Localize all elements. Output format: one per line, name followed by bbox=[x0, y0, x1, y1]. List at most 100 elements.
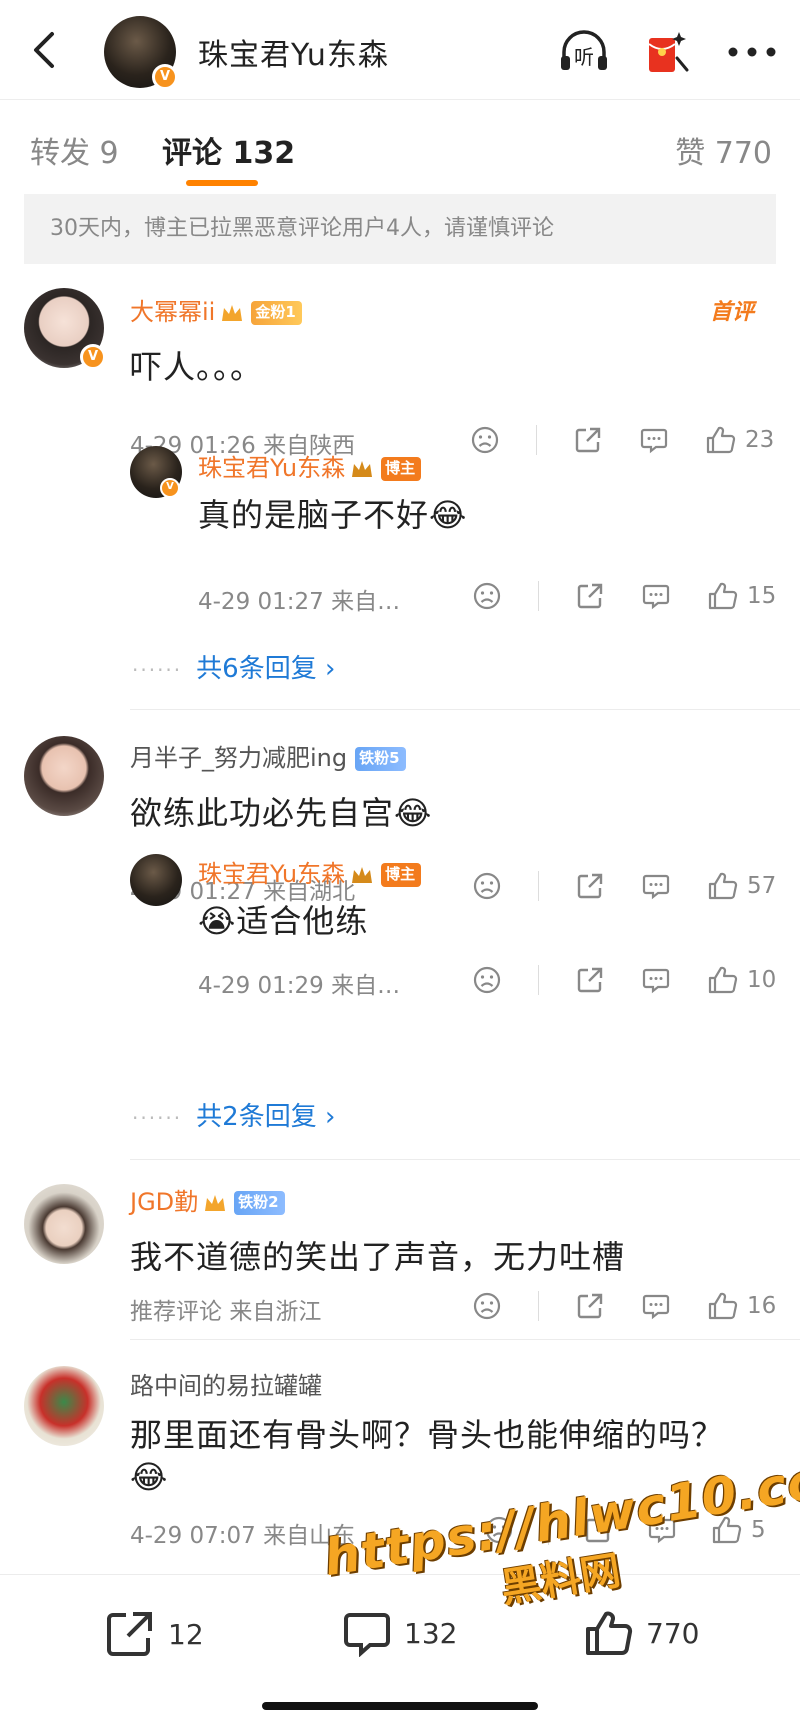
like-count: 23 bbox=[745, 427, 775, 453]
comment-item: 路中间的易拉罐罐 那里面还有骨头啊？骨头也能伸缩的吗？ 😂 4-29 07:07… bbox=[0, 1340, 800, 1574]
avatar[interactable] bbox=[24, 1184, 104, 1264]
share-button[interactable] bbox=[575, 965, 605, 995]
verified-badge-icon: V bbox=[80, 344, 106, 370]
comment-icon bbox=[642, 968, 670, 994]
dislike-button[interactable] bbox=[472, 871, 502, 901]
divider bbox=[536, 425, 537, 455]
share-button[interactable] bbox=[575, 581, 605, 611]
view-more-replies-link[interactable]: ······ 共2条回复 › bbox=[132, 1096, 335, 1133]
dots-icon: ······ bbox=[132, 658, 183, 682]
comment-icon bbox=[642, 1294, 670, 1320]
comment-icon bbox=[642, 874, 670, 900]
author-avatar[interactable]: V bbox=[104, 16, 178, 90]
reply-button[interactable] bbox=[647, 1515, 677, 1545]
thumbs-up-icon bbox=[712, 1516, 742, 1544]
comment-actions: 16 bbox=[472, 1286, 776, 1326]
dislike-button[interactable] bbox=[472, 581, 502, 611]
comment-actions: 57 bbox=[472, 866, 776, 906]
like-button[interactable]: 5 bbox=[711, 1515, 766, 1545]
reply-meta: 4-29 01:27 来自… bbox=[198, 589, 401, 615]
back-button[interactable] bbox=[26, 26, 66, 74]
crown-icon bbox=[352, 461, 373, 477]
thumbs-up-icon bbox=[708, 966, 738, 994]
comment-icon bbox=[640, 428, 668, 454]
author-name[interactable]: 珠宝君Yu东森 bbox=[198, 30, 389, 74]
reply-button[interactable] bbox=[641, 871, 671, 901]
like-button[interactable]: 57 bbox=[707, 871, 776, 901]
reply-actions: 10 bbox=[472, 960, 776, 1000]
comment-username[interactable]: 路中间的易拉罐罐 bbox=[130, 1366, 322, 1401]
comment-username[interactable]: 月半子_努力减肥ing 铁粉5 bbox=[130, 738, 406, 773]
comment-text: 吓人。。。 bbox=[130, 348, 264, 386]
more-icon bbox=[728, 47, 776, 57]
like-count: 16 bbox=[747, 1293, 777, 1319]
dislike-button[interactable] bbox=[470, 425, 500, 455]
fan-badge: 铁粉2 bbox=[234, 1191, 285, 1215]
tab-comments[interactable]: 评论 132 bbox=[162, 128, 295, 172]
thumbs-up-icon bbox=[708, 872, 738, 900]
like-button[interactable]: 15 bbox=[707, 581, 776, 611]
comment-username[interactable]: 大幂幂ii 金粉1 bbox=[130, 292, 302, 327]
reply-button[interactable] bbox=[641, 965, 671, 995]
listen-button[interactable]: 听 bbox=[556, 28, 612, 76]
more-button[interactable] bbox=[724, 28, 780, 76]
share-icon bbox=[575, 427, 601, 453]
divider bbox=[548, 1515, 549, 1545]
share-icon bbox=[577, 1293, 603, 1319]
comment-text-continued: 😂 bbox=[130, 1458, 169, 1496]
fan-badge: 金粉1 bbox=[251, 301, 302, 325]
tab-likes[interactable]: 赞 770 bbox=[675, 128, 772, 172]
listen-label: 听 bbox=[574, 45, 594, 69]
share-button[interactable] bbox=[573, 425, 603, 455]
comment-item: 月半子_努力减肥ing 铁粉5 欲练此功必先自宫😂 4-29 01:27 来自湖北… bbox=[0, 710, 800, 1160]
thumbs-up-icon bbox=[708, 582, 738, 610]
comment-actions: 23 bbox=[470, 420, 774, 460]
reply-text: 😭适合他练 bbox=[198, 902, 369, 940]
share-icon bbox=[577, 967, 603, 993]
tab-bar: 转发 9 评论 132 赞 770 bbox=[0, 100, 800, 194]
like-button[interactable]: 10 bbox=[707, 965, 776, 995]
home-indicator bbox=[262, 1702, 538, 1710]
comment-actions: 5 bbox=[484, 1510, 766, 1550]
share-icon bbox=[107, 1612, 152, 1656]
avatar[interactable] bbox=[24, 1366, 104, 1446]
active-tab-indicator bbox=[186, 180, 258, 186]
reply-button[interactable] bbox=[641, 1291, 671, 1321]
share-button[interactable] bbox=[583, 1515, 613, 1545]
red-envelope-button[interactable] bbox=[640, 28, 696, 76]
comment-text: 那里面还有骨头啊？骨头也能伸缩的吗？ bbox=[130, 1416, 725, 1454]
thumbs-up-icon bbox=[586, 1611, 633, 1655]
bottom-action-bar: 12 132 770 bbox=[0, 1574, 800, 1718]
dislike-button[interactable] bbox=[472, 965, 502, 995]
sad-face-icon bbox=[473, 966, 501, 994]
like-count: 5 bbox=[751, 1517, 766, 1543]
reply-button[interactable] bbox=[639, 425, 669, 455]
sad-face-icon bbox=[473, 1292, 501, 1320]
tab-repost[interactable]: 转发 9 bbox=[30, 128, 119, 172]
repost-button[interactable]: 12 bbox=[104, 1609, 204, 1659]
crown-icon bbox=[222, 305, 243, 321]
avatar[interactable] bbox=[24, 736, 104, 816]
divider bbox=[538, 581, 539, 611]
reply-avatar[interactable] bbox=[130, 854, 182, 906]
dislike-button[interactable] bbox=[484, 1515, 514, 1545]
comment-button[interactable]: 132 bbox=[342, 1609, 457, 1657]
like-button[interactable]: 16 bbox=[707, 1291, 776, 1321]
share-button[interactable] bbox=[575, 1291, 605, 1321]
header-actions: 听 bbox=[556, 28, 780, 76]
share-button[interactable] bbox=[575, 871, 605, 901]
thumbs-up-icon bbox=[706, 426, 736, 454]
like-button[interactable]: 23 bbox=[705, 425, 774, 455]
view-more-replies-link[interactable]: ······ 共6条回复 › bbox=[132, 648, 335, 685]
comment-icon bbox=[648, 1518, 676, 1544]
comment-username[interactable]: JGD勤 铁粉2 bbox=[130, 1182, 285, 1217]
crown-icon bbox=[205, 1195, 226, 1211]
listen-icon: 听 bbox=[561, 30, 607, 70]
reply-username[interactable]: 珠宝君Yu东森 博主 bbox=[198, 854, 422, 889]
reply-username[interactable]: 珠宝君Yu东森 博主 bbox=[198, 448, 422, 483]
reply-button[interactable] bbox=[641, 581, 671, 611]
like-post-button[interactable]: 770 bbox=[584, 1609, 699, 1657]
like-count: 57 bbox=[747, 873, 777, 899]
dislike-button[interactable] bbox=[472, 1291, 502, 1321]
blogger-badge: 博主 bbox=[381, 457, 422, 481]
